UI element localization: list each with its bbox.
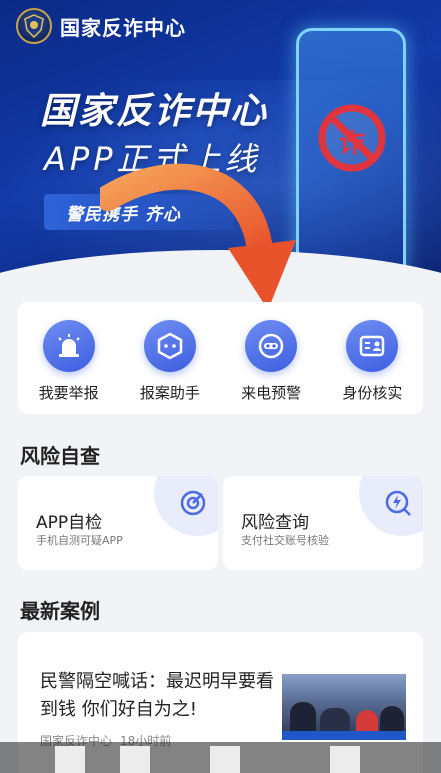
action-call-alert[interactable]: 来电预警 xyxy=(226,320,316,403)
risk-section-title: 风险自查 xyxy=(20,444,100,468)
subtitle-overlay xyxy=(0,742,441,773)
risk-card-desc: 手机自测可疑APP xyxy=(36,534,123,547)
curved-arrow-icon xyxy=(100,163,296,310)
action-label: 我要举报 xyxy=(38,384,99,402)
action-report[interactable]: 我要举报 xyxy=(24,320,114,403)
phone-illustration: 诈 xyxy=(296,28,406,280)
hero-headline: 国家反诈中心 xyxy=(40,91,269,132)
app-title: 国家反诈中心 xyxy=(60,15,186,40)
risk-card-title: 风险查询 xyxy=(241,513,309,533)
lightning-search-icon xyxy=(385,490,411,516)
alarm-light-icon xyxy=(42,320,95,372)
action-case-assistant[interactable]: 报案助手 xyxy=(125,320,215,403)
action-label: 来电预警 xyxy=(241,384,302,402)
action-id-verify[interactable]: 身份核实 xyxy=(327,320,417,403)
phone-sign-char: 诈 xyxy=(339,129,366,159)
risk-card-desc: 支付社交账号核验 xyxy=(241,534,329,547)
risk-card-title: APP自检 xyxy=(36,513,103,533)
case-thumbnail xyxy=(282,674,406,740)
mask-icon xyxy=(245,320,298,372)
app-header: 国家反诈中心 xyxy=(16,6,186,46)
cases-section-title: 最新案例 xyxy=(20,599,100,623)
assistant-icon xyxy=(143,320,196,372)
risk-card-risk-query[interactable]: 风险查询 支付社交账号核验 xyxy=(223,476,423,570)
risk-card-app-check[interactable]: APP自检 手机自测可疑APP xyxy=(18,476,218,570)
quick-actions: 我要举报 报案助手 来电预警 身份核实 xyxy=(18,302,423,414)
target-check-icon xyxy=(180,490,206,516)
case-headline: 民警隔空喊话：最迟明早要看到钱 你们好自为之! xyxy=(40,671,274,720)
police-emblem-icon xyxy=(16,8,52,44)
id-card-icon xyxy=(346,320,399,372)
action-label: 身份核实 xyxy=(342,384,403,402)
action-label: 报案助手 xyxy=(139,384,200,402)
